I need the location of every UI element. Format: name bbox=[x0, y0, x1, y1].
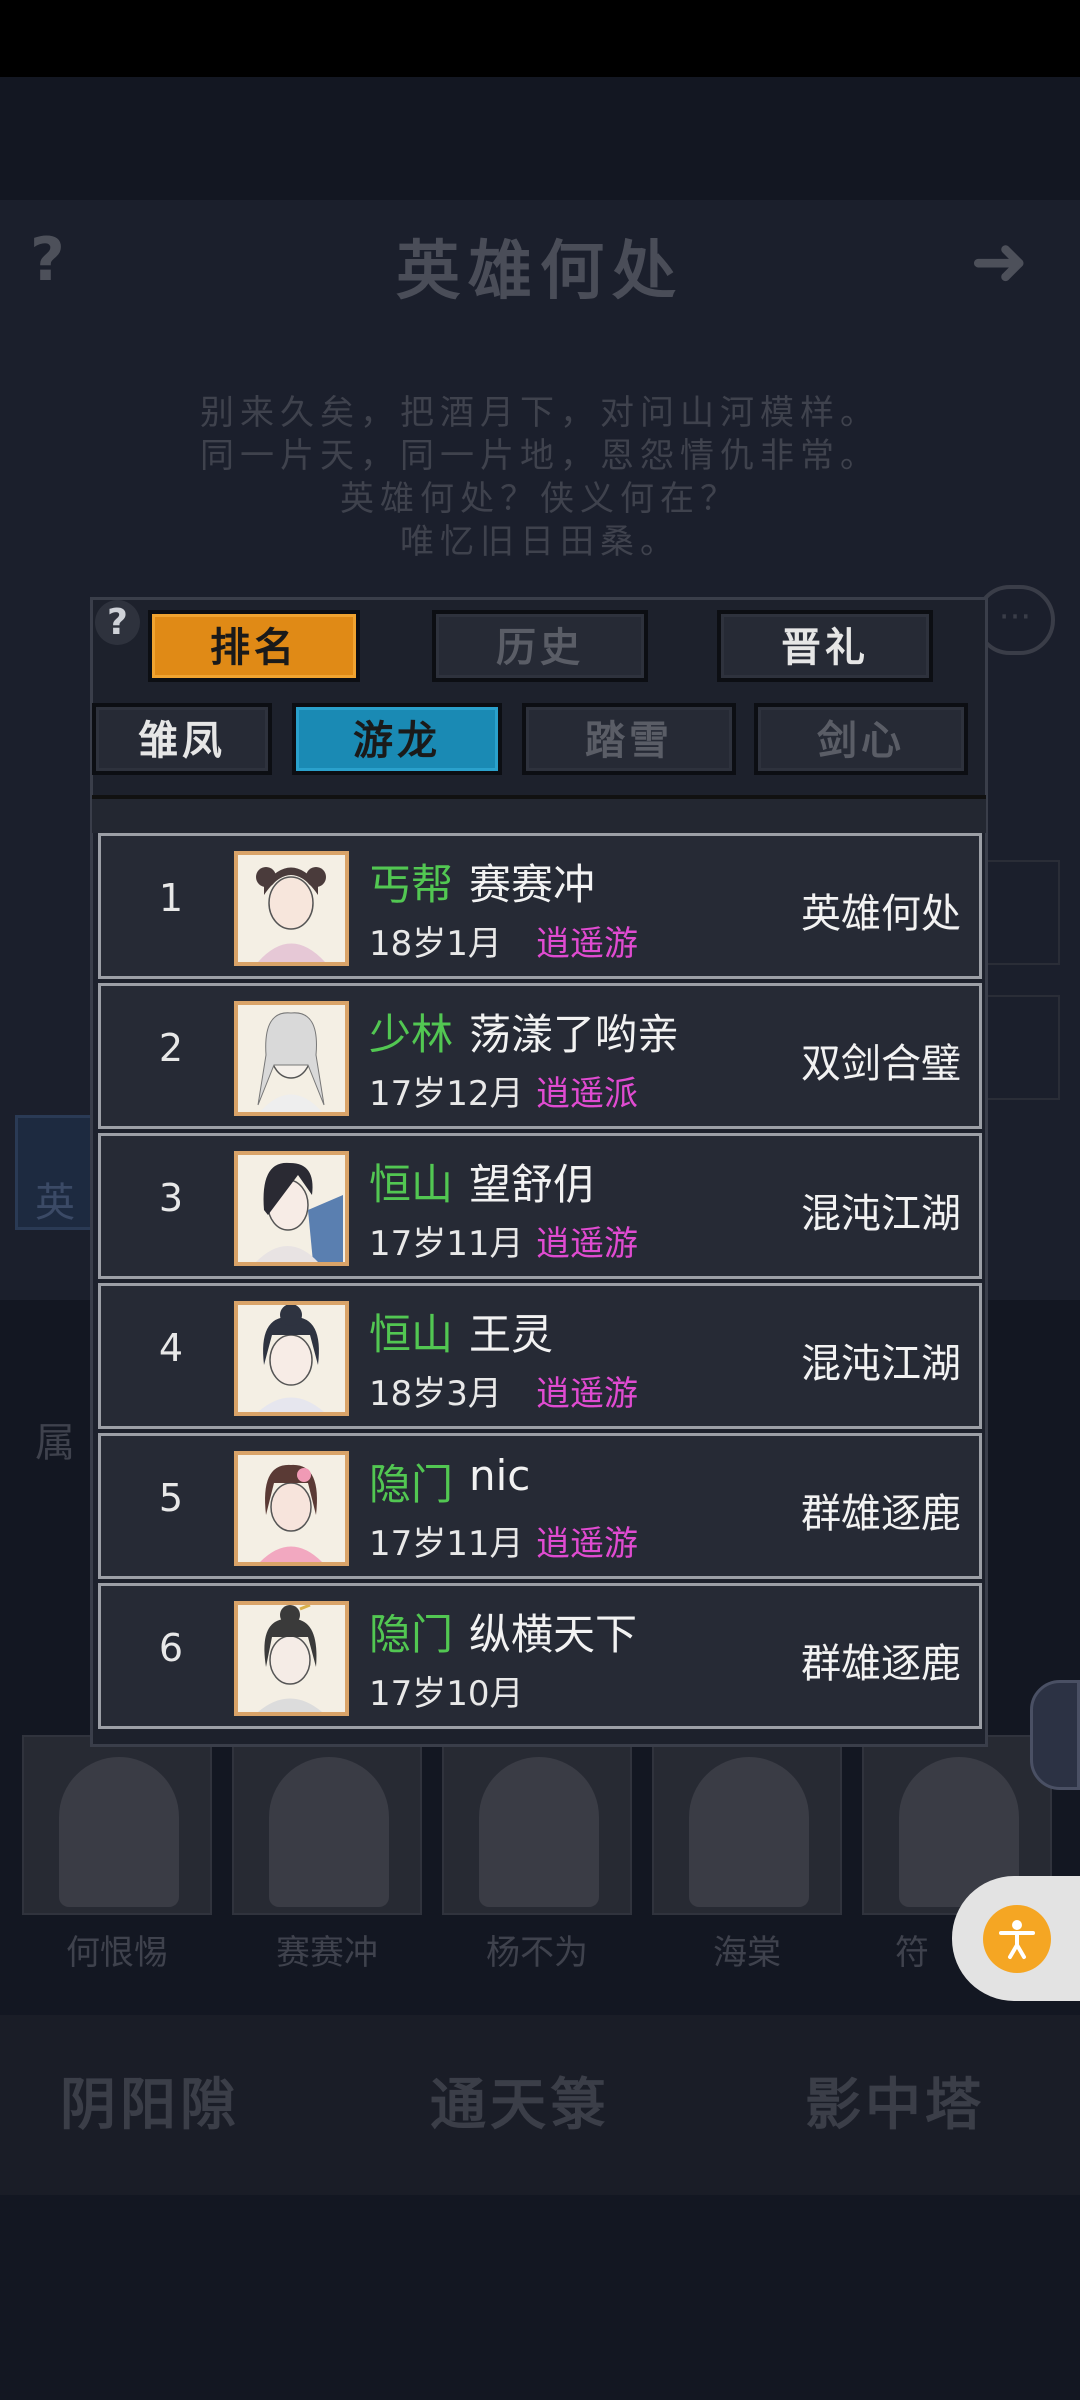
background-hero-name: 何恨惕 bbox=[66, 1933, 168, 1973]
school-label: 逍遥派 bbox=[536, 1074, 638, 1114]
background-hero-card bbox=[232, 1735, 422, 1915]
tab-jianxin[interactable]: 剑心 bbox=[754, 703, 968, 775]
rank-number: 3 bbox=[158, 1176, 184, 1220]
ranking-row[interactable]: 2 少林 荡漾了哟亲 17岁12月 逍遥派 双剑合璧 bbox=[98, 983, 982, 1129]
player-age: 17岁11月 bbox=[369, 1224, 524, 1264]
background-menu-item: 影中塔 bbox=[805, 2072, 985, 2138]
sect-label: 少林 bbox=[369, 1010, 454, 1059]
tab-youlong[interactable]: 游龙 bbox=[292, 703, 502, 775]
server-name: 群雄逐鹿 bbox=[801, 1641, 961, 1687]
poem-line: 同一片天，同一片地，恩怨情仇非常。 bbox=[200, 436, 880, 476]
ranking-row[interactable]: 6 隐门 纵横天下 17岁10月 群雄逐鹿 bbox=[98, 1583, 982, 1729]
avatar bbox=[234, 1151, 349, 1266]
background-box bbox=[985, 860, 1060, 965]
help-icon[interactable]: ? bbox=[95, 600, 140, 645]
poem-line: 别来久矣，把酒月下，对问山河模样。 bbox=[200, 393, 880, 433]
rank-number: 2 bbox=[158, 1026, 184, 1070]
ranking-row[interactable]: 3 恒山 望舒仴 17岁11月 逍遥游 混沌江湖 bbox=[98, 1133, 982, 1279]
background-menu-item: 阴阳隙 bbox=[60, 2072, 240, 2138]
school-label: 逍遥游 bbox=[536, 1224, 638, 1264]
player-name: 赛赛冲 bbox=[469, 860, 596, 909]
background-attr-label: 属 bbox=[35, 1420, 75, 1466]
rank-number: 6 bbox=[158, 1626, 184, 1670]
background-hero-card bbox=[652, 1735, 842, 1915]
player-age: 17岁12月 bbox=[369, 1074, 524, 1114]
accessibility-icon[interactable] bbox=[983, 1905, 1051, 1973]
school-label: 逍遥游 bbox=[536, 1524, 638, 1564]
player-name: 王灵 bbox=[469, 1310, 554, 1359]
background-hero-card bbox=[22, 1735, 212, 1915]
floating-card-icon[interactable] bbox=[1030, 1680, 1080, 1790]
ranking-row[interactable]: 4 恒山 王灵 18岁3月 逍遥游 混沌江湖 bbox=[98, 1283, 982, 1429]
tab-ranking[interactable]: 排名 bbox=[148, 610, 360, 682]
poem-line: 唯忆旧日田桑。 bbox=[400, 522, 680, 562]
server-name: 群雄逐鹿 bbox=[801, 1491, 961, 1537]
server-name: 双剑合璧 bbox=[801, 1041, 961, 1087]
arrow-right-icon: ➜ bbox=[970, 220, 1029, 302]
background-hero-name: 杨不为 bbox=[486, 1933, 588, 1973]
sect-label: 隐门 bbox=[369, 1610, 454, 1659]
sect-label: 恒山 bbox=[369, 1310, 454, 1359]
player-age: 17岁10月 bbox=[369, 1674, 524, 1714]
player-name: 纵横天下 bbox=[469, 1610, 638, 1659]
background-side-tab-label: 英 bbox=[35, 1180, 75, 1226]
sect-label: 隐门 bbox=[369, 1460, 454, 1509]
sect-label: 恒山 bbox=[369, 1160, 454, 1209]
tab-chufeng[interactable]: 雏凤 bbox=[92, 703, 272, 775]
background-hero-card bbox=[442, 1735, 632, 1915]
player-age: 18岁3月 bbox=[369, 1374, 502, 1414]
background-menu-item: 通天箓 bbox=[430, 2072, 610, 2138]
tab-taxue[interactable]: 踏雪 bbox=[522, 703, 736, 775]
player-name: nic bbox=[469, 1451, 531, 1500]
background-title: 英雄何处 bbox=[396, 234, 684, 309]
ranking-row[interactable]: 1 丐帮 赛赛冲 18岁1月 逍遥游 英雄何处 bbox=[98, 833, 982, 979]
status-bar bbox=[0, 0, 1080, 77]
sect-label: 丐帮 bbox=[369, 860, 454, 909]
poem-line: 英雄何处？侠义何在？ bbox=[340, 479, 740, 519]
avatar bbox=[234, 1301, 349, 1416]
background-hero-name: 海棠 bbox=[713, 1933, 781, 1973]
rank-number: 5 bbox=[158, 1476, 184, 1520]
background-hero-name: 赛赛冲 bbox=[276, 1933, 378, 1973]
avatar bbox=[234, 851, 349, 966]
ranking-row[interactable]: 5 隐门 nic 17岁11月 逍遥游 群雄逐鹿 bbox=[98, 1433, 982, 1579]
avatar bbox=[234, 1601, 349, 1716]
server-name: 混沌江湖 bbox=[801, 1191, 961, 1237]
player-name: 荡漾了哟亲 bbox=[469, 1010, 680, 1059]
server-name: 混沌江湖 bbox=[801, 1341, 961, 1387]
server-name: 英雄何处 bbox=[801, 891, 961, 937]
tab-history[interactable]: 历史 bbox=[432, 610, 648, 682]
player-name: 望舒仴 bbox=[469, 1160, 596, 1209]
background-box bbox=[985, 995, 1060, 1100]
player-age: 18岁1月 bbox=[369, 924, 502, 964]
rank-number: 1 bbox=[158, 876, 184, 920]
avatar bbox=[234, 1451, 349, 1566]
player-age: 17岁11月 bbox=[369, 1524, 524, 1564]
school-label: 逍遥游 bbox=[536, 1374, 638, 1414]
school-label: 逍遥游 bbox=[536, 924, 638, 964]
list-header bbox=[92, 795, 986, 833]
rank-number: 4 bbox=[158, 1326, 184, 1370]
avatar bbox=[234, 1001, 349, 1116]
tab-promotion[interactable]: 晋礼 bbox=[717, 610, 933, 682]
background-hero-name: 符 bbox=[895, 1933, 929, 1973]
